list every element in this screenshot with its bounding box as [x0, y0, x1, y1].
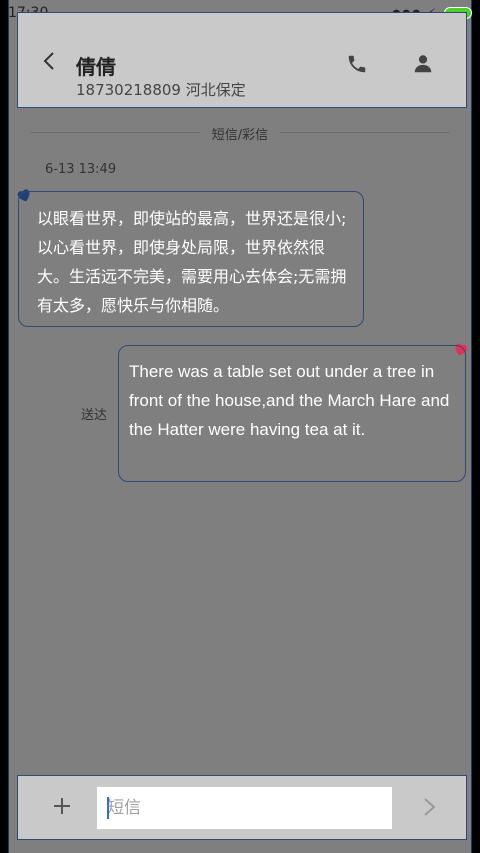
- message-timestamp: 6-13 13:49: [45, 162, 117, 177]
- divider-line: [280, 132, 450, 133]
- sms-input[interactable]: [97, 787, 392, 829]
- chevron-left-icon[interactable]: [42, 51, 56, 71]
- channel-divider: 短信/彩信: [30, 124, 450, 143]
- incoming-message-bubble[interactable]: 以眼看世界，即使站的最高，世界还是很小;以心看世界，即使身处局限，世界依然很大。…: [18, 191, 364, 327]
- channel-label: 短信/彩信: [211, 128, 269, 143]
- plus-icon[interactable]: [52, 796, 72, 816]
- contact-name: 倩倩: [76, 55, 116, 79]
- text-caret: [107, 797, 109, 819]
- phone-icon[interactable]: [346, 53, 368, 75]
- composer-bar: [17, 775, 467, 840]
- contact-number: 18730218809 河北保定: [76, 81, 246, 99]
- delivery-status: 送达: [81, 408, 108, 423]
- chevron-right-icon[interactable]: [422, 796, 438, 818]
- person-icon[interactable]: [412, 53, 434, 75]
- conversation-header: 倩倩 18730218809 河北保定: [17, 12, 467, 108]
- outgoing-message-bubble[interactable]: There was a table set out under a tree i…: [118, 345, 466, 482]
